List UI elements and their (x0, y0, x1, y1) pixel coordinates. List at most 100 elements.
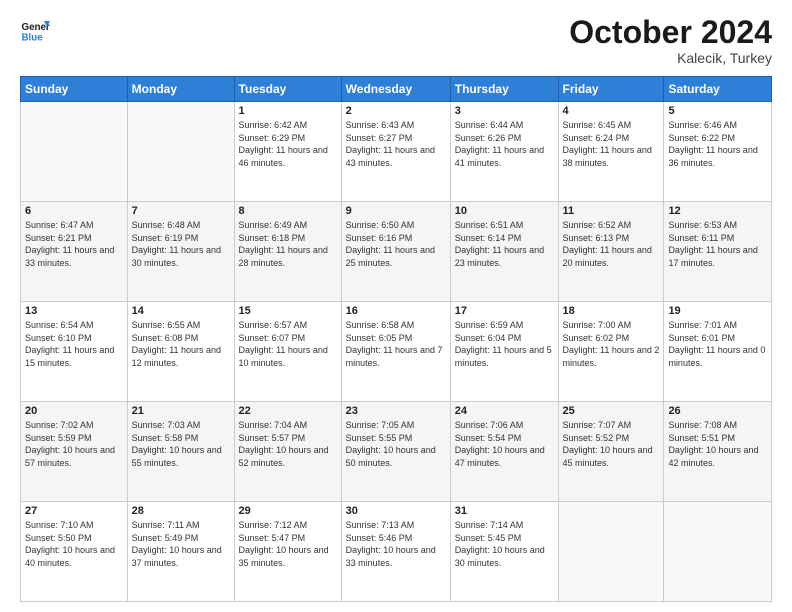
cell-info: Sunrise: 6:55 AMSunset: 6:08 PMDaylight:… (132, 319, 230, 369)
day-number: 24 (455, 405, 554, 417)
day-number: 21 (132, 405, 230, 417)
day-number: 25 (563, 405, 660, 417)
col-wednesday: Wednesday (341, 77, 450, 102)
day-number: 30 (346, 505, 446, 517)
table-row: 27 Sunrise: 7:10 AMSunset: 5:50 PMDayligh… (21, 502, 128, 602)
cell-info: Sunrise: 6:48 AMSunset: 6:19 PMDaylight:… (132, 219, 230, 269)
table-row: 31 Sunrise: 7:14 AMSunset: 5:45 PMDayligh… (450, 502, 558, 602)
month-title: October 2024 (569, 15, 772, 50)
day-number: 29 (239, 505, 337, 517)
header-row: Sunday Monday Tuesday Wednesday Thursday… (21, 77, 772, 102)
day-number: 4 (563, 105, 660, 117)
day-number: 1 (239, 105, 337, 117)
table-row: 20 Sunrise: 7:02 AMSunset: 5:59 PMDayligh… (21, 402, 128, 502)
day-number: 10 (455, 205, 554, 217)
cell-info: Sunrise: 7:02 AMSunset: 5:59 PMDaylight:… (25, 419, 123, 469)
day-number: 17 (455, 305, 554, 317)
table-row: 13 Sunrise: 6:54 AMSunset: 6:10 PMDayligh… (21, 302, 128, 402)
day-number: 7 (132, 205, 230, 217)
cell-info: Sunrise: 6:50 AMSunset: 6:16 PMDaylight:… (346, 219, 446, 269)
cell-info: Sunrise: 6:46 AMSunset: 6:22 PMDaylight:… (668, 119, 767, 169)
table-row: 9 Sunrise: 6:50 AMSunset: 6:16 PMDaylight… (341, 202, 450, 302)
header: General Blue October 2024 Kalecik, Turke… (20, 15, 772, 66)
calendar-table: Sunday Monday Tuesday Wednesday Thursday… (20, 76, 772, 602)
day-number: 27 (25, 505, 123, 517)
table-row: 12 Sunrise: 6:53 AMSunset: 6:11 PMDayligh… (664, 202, 772, 302)
table-row: 24 Sunrise: 7:06 AMSunset: 5:54 PMDayligh… (450, 402, 558, 502)
cell-info: Sunrise: 7:13 AMSunset: 5:46 PMDaylight:… (346, 519, 446, 569)
table-row: 6 Sunrise: 6:47 AMSunset: 6:21 PMDaylight… (21, 202, 128, 302)
cell-info: Sunrise: 6:53 AMSunset: 6:11 PMDaylight:… (668, 219, 767, 269)
day-number: 11 (563, 205, 660, 217)
day-number: 26 (668, 405, 767, 417)
table-row: 16 Sunrise: 6:58 AMSunset: 6:05 PMDayligh… (341, 302, 450, 402)
table-row: 19Sunrise: 7:01 AMSunset: 6:01 PMDayligh… (664, 302, 772, 402)
table-row: 21 Sunrise: 7:03 AMSunset: 5:58 PMDayligh… (127, 402, 234, 502)
table-row: 8Sunrise: 6:49 AMSunset: 6:18 PMDaylight… (234, 202, 341, 302)
day-number: 2 (346, 105, 446, 117)
table-row (664, 502, 772, 602)
table-row: 15 Sunrise: 6:57 AMSunset: 6:07 PMDayligh… (234, 302, 341, 402)
day-number: 5 (668, 105, 767, 117)
day-number: 13 (25, 305, 123, 317)
cell-info: Sunrise: 6:57 AMSunset: 6:07 PMDaylight:… (239, 319, 337, 369)
cell-info: Sunrise: 7:14 AMSunset: 5:45 PMDaylight:… (455, 519, 554, 569)
col-tuesday: Tuesday (234, 77, 341, 102)
col-thursday: Thursday (450, 77, 558, 102)
day-number: 12 (668, 205, 767, 217)
table-row: 26 Sunrise: 7:08 AMSunset: 5:51 PMDayligh… (664, 402, 772, 502)
cell-info: Sunrise: 6:42 AMSunset: 6:29 PMDaylight:… (239, 119, 337, 169)
calendar-page: General Blue October 2024 Kalecik, Turke… (0, 0, 792, 612)
cell-info: Sunrise: 7:01 AMSunset: 6:01 PMDaylight:… (668, 319, 767, 369)
cell-info: Sunrise: 6:47 AMSunset: 6:21 PMDaylight:… (25, 219, 123, 269)
table-row: 2 Sunrise: 6:43 AMSunset: 6:27 PMDaylight… (341, 102, 450, 202)
table-row: 5 Sunrise: 6:46 AMSunset: 6:22 PMDaylight… (664, 102, 772, 202)
cell-info: Sunrise: 7:03 AMSunset: 5:58 PMDaylight:… (132, 419, 230, 469)
cell-info: Sunrise: 6:43 AMSunset: 6:27 PMDaylight:… (346, 119, 446, 169)
table-row: 3 Sunrise: 6:44 AMSunset: 6:26 PMDaylight… (450, 102, 558, 202)
col-saturday: Saturday (664, 77, 772, 102)
cell-info: Sunrise: 7:07 AMSunset: 5:52 PMDaylight:… (563, 419, 660, 469)
day-number: 16 (346, 305, 446, 317)
cell-info: Sunrise: 6:59 AMSunset: 6:04 PMDaylight:… (455, 319, 554, 369)
table-row: 10Sunrise: 6:51 AMSunset: 6:14 PMDayligh… (450, 202, 558, 302)
cell-info: Sunrise: 7:00 AMSunset: 6:02 PMDaylight:… (563, 319, 660, 369)
cell-info: Sunrise: 7:08 AMSunset: 5:51 PMDaylight:… (668, 419, 767, 469)
table-row: 4 Sunrise: 6:45 AMSunset: 6:24 PMDaylight… (558, 102, 664, 202)
day-number: 28 (132, 505, 230, 517)
logo: General Blue (20, 15, 50, 45)
day-number: 9 (346, 205, 446, 217)
cell-info: Sunrise: 6:44 AMSunset: 6:26 PMDaylight:… (455, 119, 554, 169)
day-number: 8 (239, 205, 337, 217)
cell-info: Sunrise: 7:04 AMSunset: 5:57 PMDaylight:… (239, 419, 337, 469)
day-number: 6 (25, 205, 123, 217)
day-number: 31 (455, 505, 554, 517)
table-row: 18Sunrise: 7:00 AMSunset: 6:02 PMDayligh… (558, 302, 664, 402)
cell-info: Sunrise: 7:12 AMSunset: 5:47 PMDaylight:… (239, 519, 337, 569)
cell-info: Sunrise: 7:10 AMSunset: 5:50 PMDaylight:… (25, 519, 123, 569)
table-row (558, 502, 664, 602)
title-block: October 2024 Kalecik, Turkey (569, 15, 772, 66)
cell-info: Sunrise: 6:45 AMSunset: 6:24 PMDaylight:… (563, 119, 660, 169)
table-row: 25 Sunrise: 7:07 AMSunset: 5:52 PMDayligh… (558, 402, 664, 502)
day-number: 23 (346, 405, 446, 417)
table-row: 29 Sunrise: 7:12 AMSunset: 5:47 PMDayligh… (234, 502, 341, 602)
table-row: 30 Sunrise: 7:13 AMSunset: 5:46 PMDayligh… (341, 502, 450, 602)
col-sunday: Sunday (21, 77, 128, 102)
cell-info: Sunrise: 6:54 AMSunset: 6:10 PMDaylight:… (25, 319, 123, 369)
cell-info: Sunrise: 7:06 AMSunset: 5:54 PMDaylight:… (455, 419, 554, 469)
day-number: 15 (239, 305, 337, 317)
cell-info: Sunrise: 7:05 AMSunset: 5:55 PMDaylight:… (346, 419, 446, 469)
table-row: 23 Sunrise: 7:05 AMSunset: 5:55 PMDayligh… (341, 402, 450, 502)
table-row: 17 Sunrise: 6:59 AMSunset: 6:04 PMDayligh… (450, 302, 558, 402)
cell-info: Sunrise: 7:11 AMSunset: 5:49 PMDaylight:… (132, 519, 230, 569)
day-number: 22 (239, 405, 337, 417)
location: Kalecik, Turkey (569, 50, 772, 66)
col-monday: Monday (127, 77, 234, 102)
cell-info: Sunrise: 6:58 AMSunset: 6:05 PMDaylight:… (346, 319, 446, 369)
col-friday: Friday (558, 77, 664, 102)
day-number: 20 (25, 405, 123, 417)
day-number: 14 (132, 305, 230, 317)
cell-info: Sunrise: 6:52 AMSunset: 6:13 PMDaylight:… (563, 219, 660, 269)
day-number: 3 (455, 105, 554, 117)
